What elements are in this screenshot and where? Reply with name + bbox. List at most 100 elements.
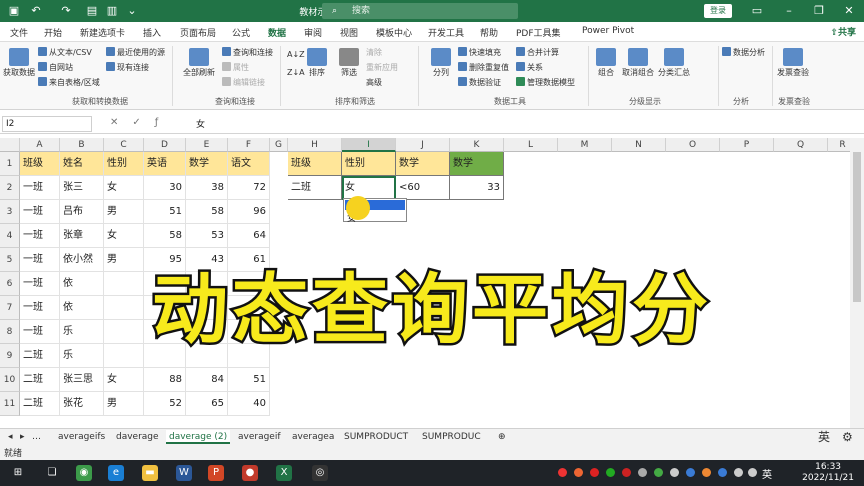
criteria-cell[interactable]: <60	[396, 176, 450, 200]
tab-power-pivot[interactable]: Power Pivot	[582, 26, 634, 36]
tab-insert[interactable]: 插入	[143, 26, 161, 39]
tab-developer[interactable]: 开发工具	[428, 26, 464, 39]
edge-icon[interactable]: e	[108, 465, 124, 481]
cancel-icon[interactable]: ✕	[110, 117, 132, 128]
enter-icon[interactable]: ✓	[132, 117, 154, 128]
data-model-button[interactable]: 管理数据模型	[516, 77, 575, 88]
table-cell[interactable]: 52	[144, 392, 186, 416]
tab-new[interactable]: 新建选项卡	[80, 26, 125, 39]
consolidate-button[interactable]: 合并计算	[516, 47, 559, 58]
search-input[interactable]: ⌕ 搜索	[322, 3, 518, 19]
table-cell[interactable]: 二班	[20, 392, 60, 416]
table-cell[interactable]: 二班	[20, 368, 60, 392]
recent-sources-button[interactable]: 最近使用的源	[106, 47, 165, 58]
tab-review[interactable]: 审阅	[304, 26, 322, 39]
network-icon[interactable]	[734, 468, 743, 477]
add-sheet-icon[interactable]: ⊕	[498, 430, 506, 444]
criteria-header-cell[interactable]: 数学	[396, 152, 450, 176]
tray-icon[interactable]	[606, 468, 615, 477]
tray-icon[interactable]	[590, 468, 599, 477]
settings-gear-icon[interactable]: ⚙	[842, 430, 853, 444]
get-data-button[interactable]: 获取数据	[2, 48, 36, 78]
ungroup-button[interactable]: 取消组合	[620, 48, 656, 78]
prev-sheet-icon[interactable]: ◂	[8, 430, 13, 444]
row-header[interactable]: 4	[0, 224, 20, 248]
data-analysis-button[interactable]: 数据分析	[722, 47, 765, 58]
bluetooth-icon[interactable]	[718, 468, 727, 477]
table-cell[interactable]: 一班	[20, 224, 60, 248]
powerpoint-icon[interactable]: P	[208, 465, 224, 481]
table-header-cell[interactable]: 数学	[186, 152, 228, 176]
tray-icon[interactable]	[622, 468, 631, 477]
row-header[interactable]: 1	[0, 152, 20, 176]
table-cell[interactable]: 84	[186, 368, 228, 392]
row-header[interactable]: 3	[0, 200, 20, 224]
ime-indicator[interactable]: 英	[818, 430, 830, 444]
tab-formulas[interactable]: 公式	[232, 26, 250, 39]
table-cell[interactable]: 30	[144, 176, 186, 200]
restore-button[interactable]: ❐	[804, 0, 834, 22]
print-preview-icon[interactable]: ▤	[84, 3, 100, 19]
criteria-header-cell[interactable]: 数学	[450, 152, 504, 176]
redo-icon[interactable]: ↷	[58, 3, 74, 19]
tab-data[interactable]: 数据	[268, 26, 287, 44]
row-header[interactable]: 2	[0, 176, 20, 200]
tray-icon[interactable]	[686, 468, 695, 477]
undo-icon[interactable]: ↶	[28, 3, 44, 19]
table-cell[interactable]: 张三	[60, 176, 104, 200]
more-icon[interactable]: ⌄	[124, 3, 140, 19]
table-header-cell[interactable]: 性别	[104, 152, 144, 176]
tab-template[interactable]: 模板中心	[376, 26, 412, 39]
sheet-tab[interactable]: SUMPRODUCT	[344, 430, 408, 444]
tray-icon[interactable]	[670, 468, 679, 477]
column-header[interactable]: R	[828, 138, 850, 152]
table-cell[interactable]: 65	[186, 392, 228, 416]
sheet-tab[interactable]: daverage	[116, 430, 159, 444]
tab-pdf[interactable]: PDF工具集	[516, 26, 561, 39]
table-header-cell[interactable]: 英语	[144, 152, 186, 176]
data-validation-button[interactable]: 数据验证	[458, 77, 501, 88]
sort-button[interactable]: 排序	[300, 48, 334, 78]
save-icon[interactable]: ▣	[6, 3, 22, 19]
file-explorer-icon[interactable]: ▬	[142, 465, 158, 481]
edit-links-button[interactable]: 编辑链接	[222, 77, 265, 88]
tray-icon[interactable]	[654, 468, 663, 477]
row-header[interactable]: 11	[0, 392, 20, 416]
refresh-all-button[interactable]: 全部刷新	[180, 48, 218, 78]
next-sheet-icon[interactable]: ▸	[20, 430, 25, 444]
tray-icon[interactable]	[638, 468, 647, 477]
sheet-tab[interactable]: averageifs	[58, 430, 105, 444]
column-header[interactable]: F	[228, 138, 270, 152]
column-header[interactable]: K	[450, 138, 504, 152]
criteria-cell-selected[interactable]: 女	[342, 176, 396, 200]
ime-tray[interactable]: 英	[762, 466, 772, 481]
table-header-cell[interactable]: 班级	[20, 152, 60, 176]
word-icon[interactable]: W	[176, 465, 192, 481]
table-cell[interactable]: 38	[186, 176, 228, 200]
column-header[interactable]: J	[396, 138, 450, 152]
ribbon-display-icon[interactable]: ▭	[742, 0, 772, 22]
table-cell[interactable]: 40	[228, 392, 270, 416]
column-header[interactable]: N	[612, 138, 666, 152]
column-header[interactable]: E	[186, 138, 228, 152]
column-header[interactable]: C	[104, 138, 144, 152]
queries-connections-button[interactable]: 查询和连接	[222, 47, 273, 58]
remove-duplicates-button[interactable]: 删除重复值	[458, 62, 509, 73]
table-cell[interactable]: 男	[104, 200, 144, 224]
column-header[interactable]: Q	[774, 138, 828, 152]
camera-app-icon[interactable]: ◎	[312, 465, 328, 481]
table-cell[interactable]: 女	[104, 368, 144, 392]
text-to-columns-button[interactable]: 分列	[424, 48, 458, 78]
volume-icon[interactable]	[748, 468, 757, 477]
column-header[interactable]: O	[666, 138, 720, 152]
table-cell[interactable]: 51	[228, 368, 270, 392]
criteria-header-cell[interactable]: 班级	[288, 152, 342, 176]
vertical-scrollbar[interactable]	[850, 138, 864, 428]
flash-fill-button[interactable]: 快速填充	[458, 47, 501, 58]
tray-icon[interactable]	[702, 468, 711, 477]
from-table-button[interactable]: 来自表格/区域	[38, 77, 100, 88]
sheet-tab-active[interactable]: daverage (2)	[166, 430, 231, 444]
formula-input[interactable]: 女	[196, 117, 205, 130]
relationships-button[interactable]: 关系	[516, 62, 543, 73]
row-header[interactable]: 10	[0, 368, 20, 392]
